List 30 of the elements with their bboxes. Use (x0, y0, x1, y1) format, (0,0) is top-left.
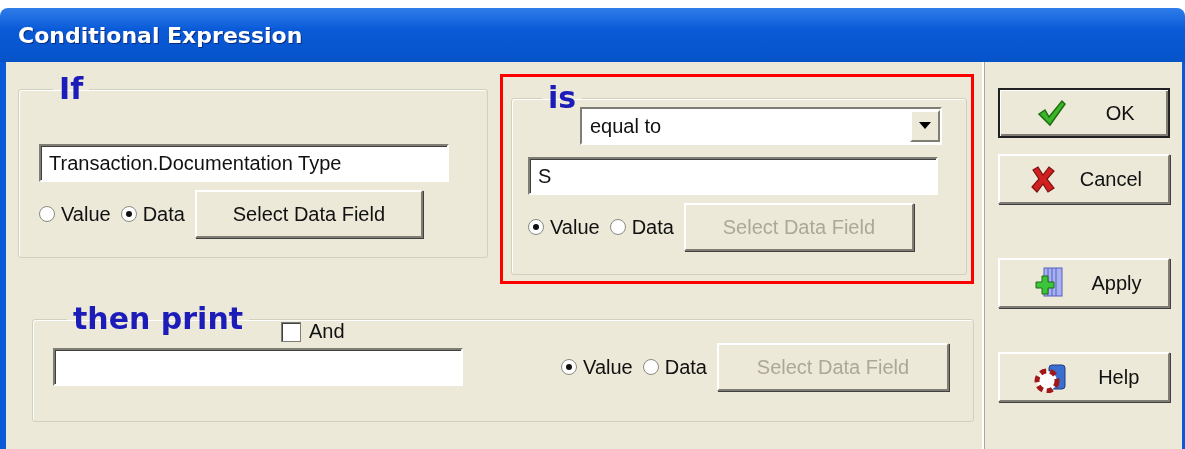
checkbox[interactable] (281, 321, 301, 342)
help-button[interactable]: Help (998, 352, 1170, 402)
checkbox-label: And (309, 320, 345, 343)
input-field[interactable]: S (528, 157, 938, 195)
radio-button[interactable] (528, 219, 544, 235)
radio-label: Value (61, 202, 111, 226)
radio-button[interactable] (120, 206, 137, 222)
input-field[interactable] (53, 348, 463, 386)
radio-label: Value (583, 355, 633, 379)
radio-button[interactable] (39, 206, 55, 222)
operator-dropdown[interactable]: equal to (580, 107, 942, 145)
cancel-button[interactable]: Cancel (998, 154, 1170, 204)
apply-button[interactable]: Apply (998, 258, 1170, 308)
radio-label: Data (631, 215, 674, 239)
group-label: If (58, 74, 85, 104)
radio-button[interactable] (561, 359, 578, 375)
radio-label: Data (664, 355, 707, 379)
ok-button[interactable]: OK (998, 88, 1170, 138)
radio-label: Value (550, 215, 600, 239)
radio-button[interactable] (642, 359, 659, 375)
group-label: then print (72, 304, 245, 334)
input-field[interactable]: Transaction.Documentation Type (39, 144, 449, 182)
window-title: Conditional Expression (18, 22, 303, 48)
group-label: is (547, 83, 578, 113)
checkmark-icon (1037, 99, 1068, 127)
lifebuoy-icon (1032, 361, 1069, 393)
radio-button[interactable] (609, 219, 626, 235)
radio-label: Data (142, 202, 185, 226)
select-data-field-button[interactable]: Select Data Field (194, 190, 423, 238)
x-icon (1029, 165, 1056, 193)
